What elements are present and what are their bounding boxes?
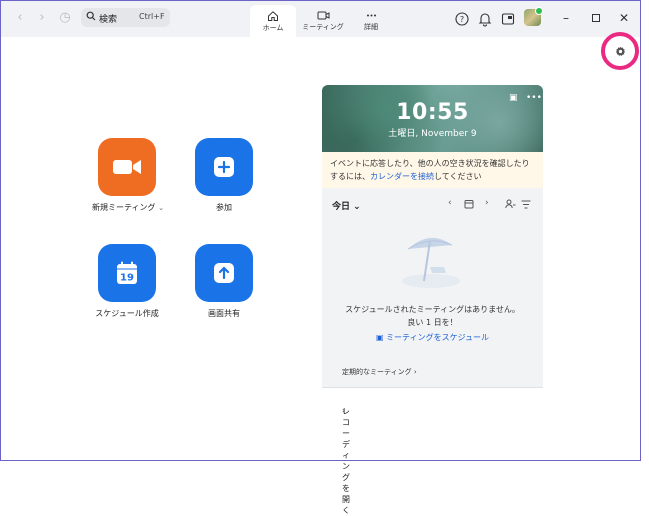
video-icon [317, 11, 329, 20]
chevron-down-icon: ⌄ [353, 202, 361, 212]
more-options-icon[interactable]: ••• [526, 93, 542, 103]
more-icon [366, 14, 376, 17]
wallpaper-icon[interactable]: ▣ [509, 93, 518, 103]
calendar-connect-notice: イベントに応答したり、他の人の空き状況を確認したりするには、カレンダーを接続して… [322, 152, 543, 188]
tab-home-label: ホーム [262, 24, 284, 32]
minimize-icon[interactable]: – [559, 11, 573, 25]
maximize-icon[interactable] [589, 11, 603, 25]
chevron-right-icon: › [342, 406, 346, 415]
calendar-plus-icon: ▣ [375, 333, 384, 342]
tab-home[interactable]: ホーム [250, 5, 296, 37]
chevron-down-icon[interactable]: ⌄ [158, 204, 164, 212]
avatar[interactable] [524, 7, 543, 26]
clock-date: 土曜日, November 9 [388, 129, 477, 139]
gear-icon [615, 46, 626, 56]
search-shortcut: Ctrl+F [139, 12, 165, 21]
video-camera-icon [113, 160, 141, 174]
recurring-meetings-link[interactable]: 定期的なミーティング › [342, 367, 417, 377]
home-icon [268, 11, 278, 21]
join-button[interactable] [195, 138, 253, 196]
open-recordings-row[interactable]: レコーディングを開く › [322, 388, 543, 515]
clock-time: 10:55 [396, 100, 469, 125]
beach-umbrella-icon [402, 237, 460, 288]
search-icon [86, 11, 96, 21]
schedule-button[interactable]: 19 [98, 244, 156, 302]
svg-text:?: ? [460, 15, 464, 24]
empty-schedule-message: スケジュールされたミーティングはありません。 [345, 305, 520, 314]
settings-button-highlight[interactable] [601, 32, 639, 70]
calendar-icon: 19 [117, 261, 137, 284]
calendar-user-icon[interactable] [505, 199, 516, 209]
tab-meetings[interactable]: ミーティング [301, 5, 345, 37]
tab-more[interactable]: 詳細 [351, 5, 391, 37]
app-window: ‹ › ◷ 検索 Ctrl+F ホーム ミーティング 詳細 ? – ✕ 新規ミー… [0, 0, 641, 515]
chevron-right-icon: › [413, 368, 417, 376]
tab-meetings-label: ミーティング [302, 23, 344, 31]
share-screen-button[interactable] [195, 244, 253, 302]
help-icon[interactable]: ? [454, 11, 470, 27]
today-dropdown[interactable]: 今日 ⌄ [332, 199, 361, 212]
calendar-hero-image: 10:55 土曜日, November 9 ▣ ••• [322, 85, 543, 152]
prev-day-icon[interactable]: ‹ [448, 198, 452, 208]
back-arrow-icon[interactable]: ‹ [12, 10, 28, 26]
filter-icon[interactable] [521, 200, 531, 209]
whiteboard-icon[interactable] [500, 11, 516, 27]
schedule-meeting-link[interactable]: ▣ ミーティングをスケジュール [322, 332, 543, 343]
share-screen-label: 画面共有 [208, 309, 240, 318]
good-day-message: 良い 1 日を！ [407, 318, 458, 327]
new-meeting-label[interactable]: 新規ミーティング ⌄ [73, 202, 183, 213]
new-meeting-button[interactable] [98, 138, 156, 196]
forward-arrow-icon[interactable]: › [34, 10, 50, 26]
join-label: 参加 [216, 203, 232, 212]
title-bar: ‹ › ◷ 検索 Ctrl+F ホーム ミーティング 詳細 ? – ✕ [1, 1, 640, 37]
connect-calendar-link[interactable]: カレンダーを接続 [370, 172, 434, 181]
share-arrow-icon [214, 263, 234, 283]
svg-text:19: 19 [120, 273, 134, 284]
online-status-icon [535, 7, 543, 15]
history-icon[interactable]: ◷ [57, 10, 73, 26]
calendar-small-icon[interactable] [464, 199, 474, 209]
tab-more-label: 詳細 [364, 23, 378, 31]
search-label: 検索 [99, 15, 118, 25]
plus-icon [214, 157, 234, 177]
bell-icon[interactable] [477, 11, 493, 27]
close-icon[interactable]: ✕ [617, 11, 631, 25]
search-box[interactable]: 検索 Ctrl+F [81, 8, 170, 27]
schedule-label: スケジュール作成 [95, 309, 159, 318]
calendar-panel: 10:55 土曜日, November 9 ▣ ••• イベントに応答したり、他… [322, 85, 543, 515]
next-day-icon[interactable]: › [485, 198, 489, 208]
agenda-area [322, 217, 543, 375]
